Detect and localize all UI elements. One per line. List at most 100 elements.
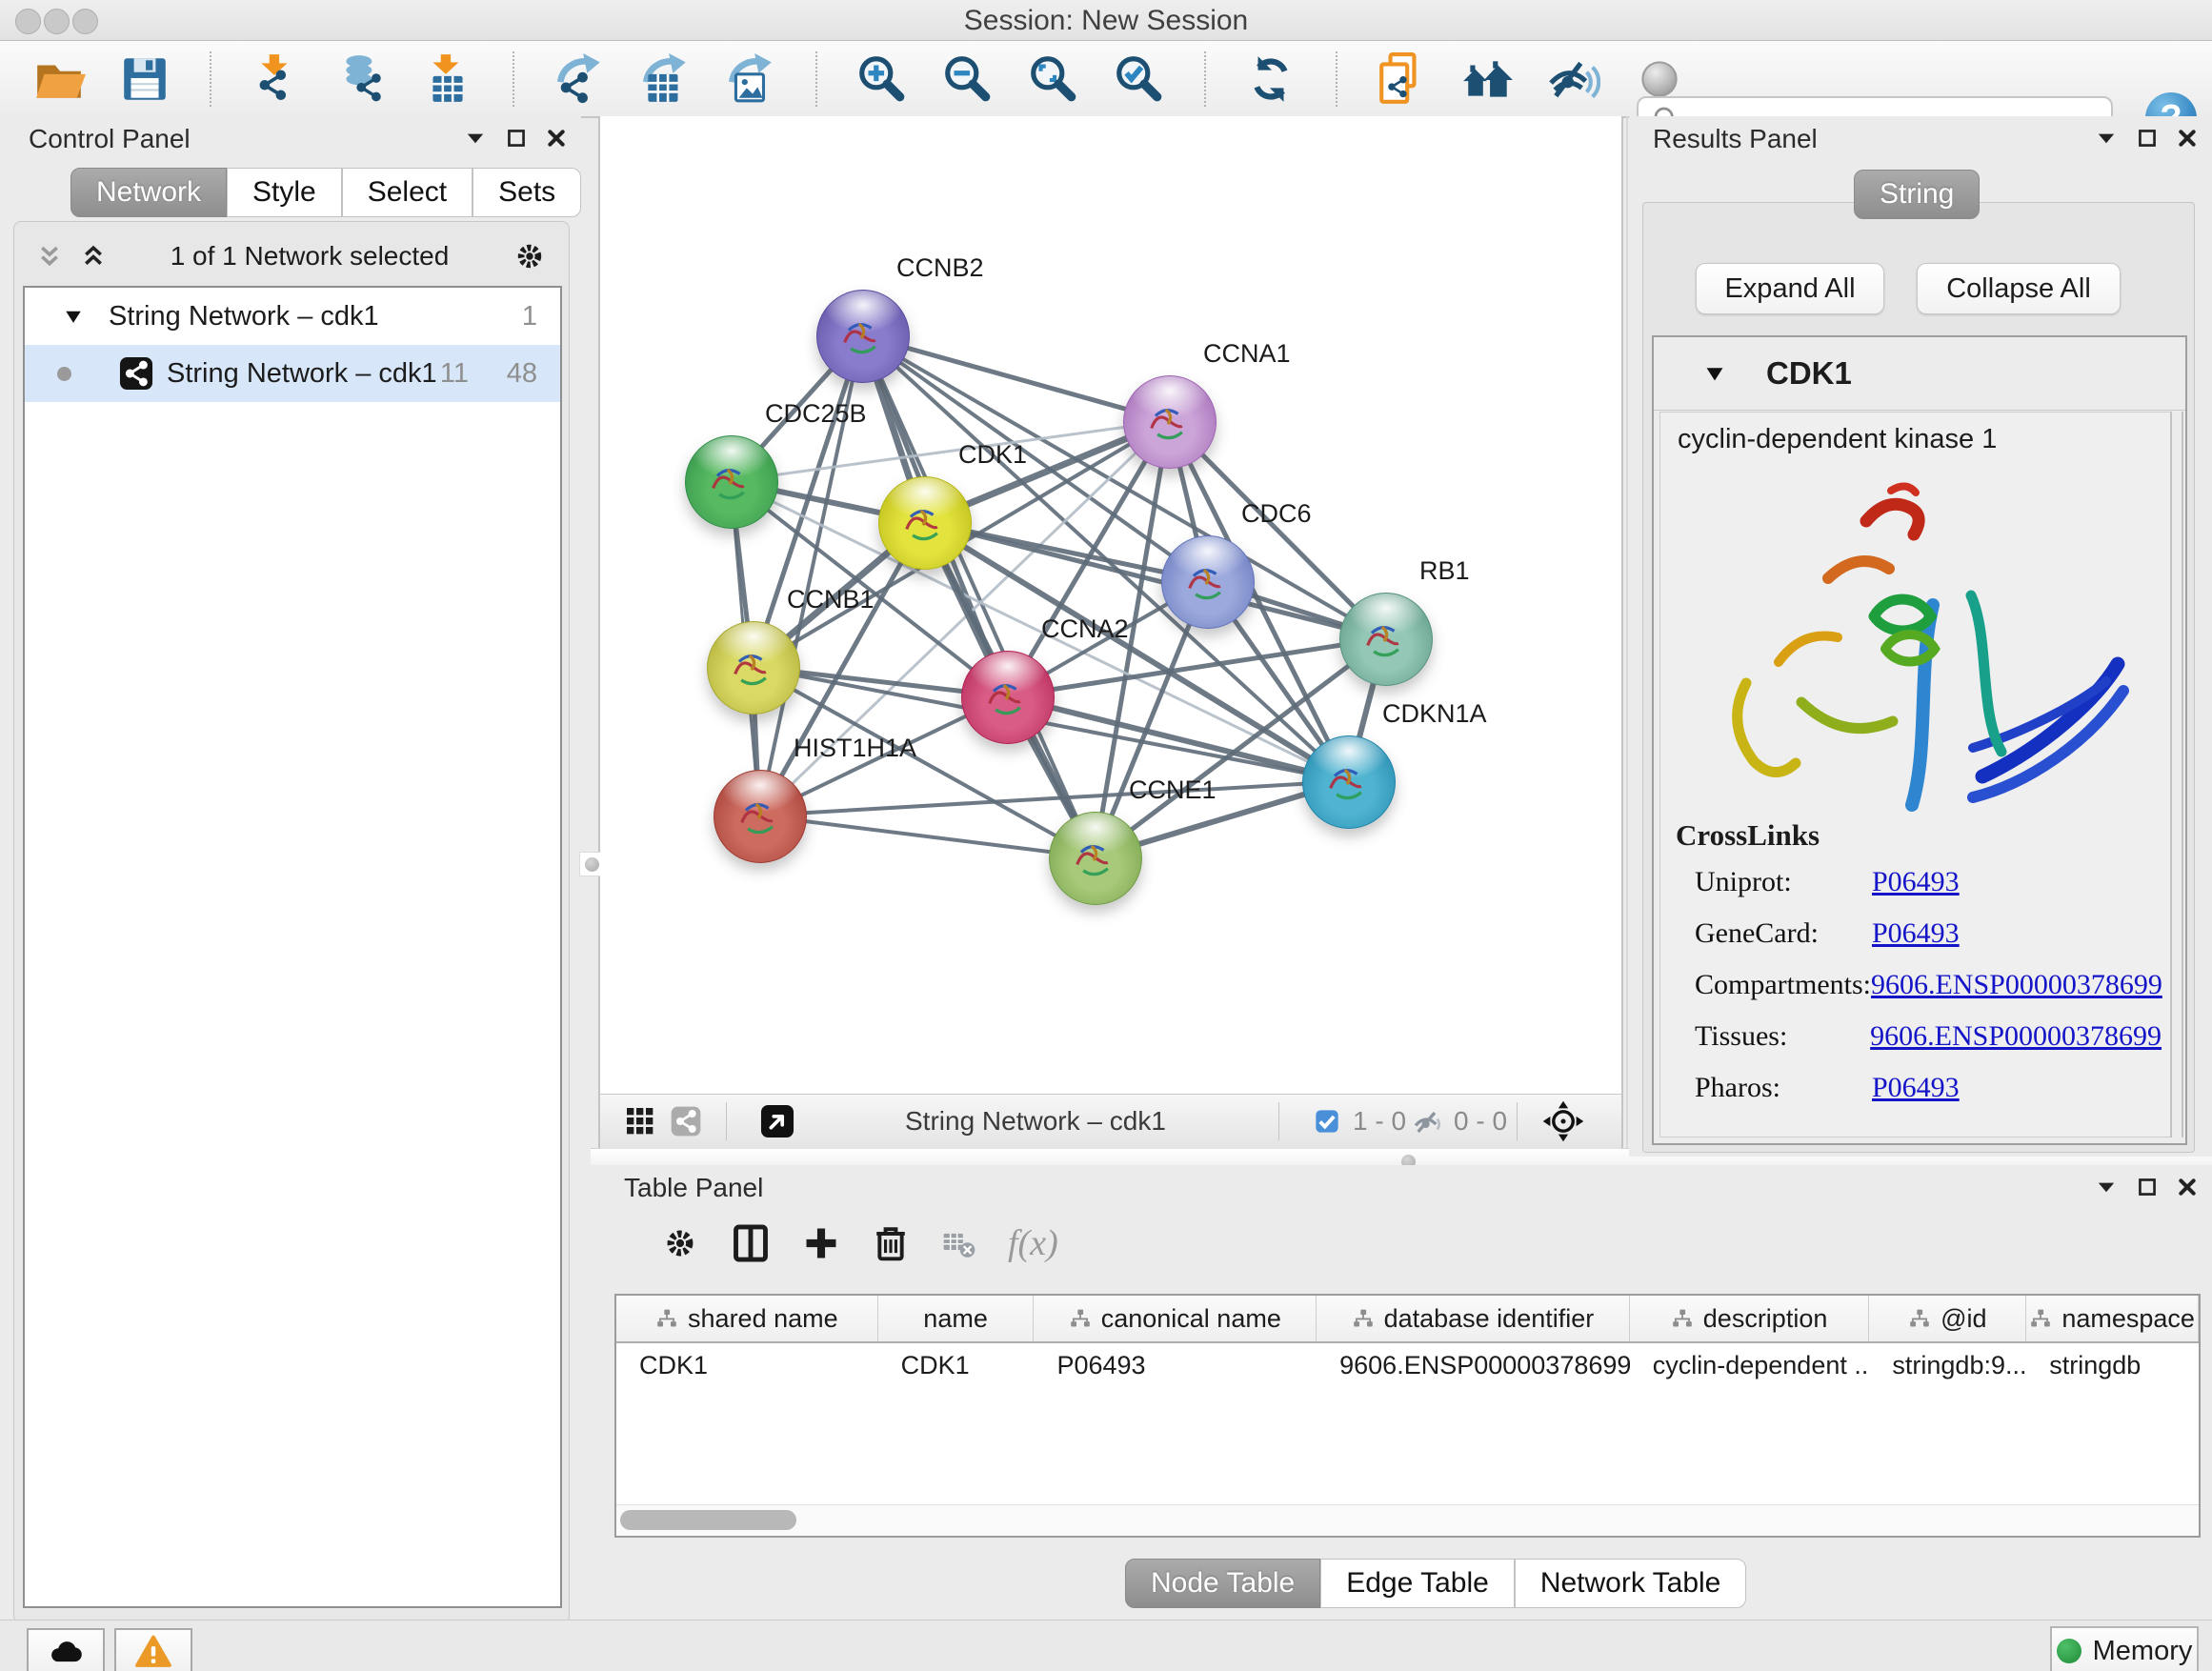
panel-float-icon[interactable] — [505, 127, 528, 150]
open-session-icon[interactable] — [1376, 52, 1429, 106]
table-cell[interactable]: CDK1 — [878, 1351, 1035, 1380]
column-header-name[interactable]: name — [878, 1296, 1035, 1341]
import-network-from-database-icon[interactable] — [335, 52, 389, 106]
node-rb1[interactable] — [1339, 593, 1433, 686]
home-icon[interactable] — [1461, 52, 1515, 106]
tab-node-table[interactable]: Node Table — [1125, 1559, 1320, 1608]
export-image-icon[interactable] — [724, 52, 777, 106]
node-cdk1[interactable] — [878, 476, 972, 570]
table-row[interactable]: CDK1CDK1P064939606.ENSP00000378699cyclin… — [616, 1343, 2199, 1387]
crosshair-icon[interactable] — [1541, 1099, 1585, 1143]
node-cdc25b[interactable] — [685, 435, 778, 529]
panel-menu-icon[interactable] — [2094, 1175, 2119, 1199]
warning-button[interactable] — [114, 1628, 192, 1671]
detach-view-icon[interactable] — [758, 1102, 796, 1140]
gear-icon[interactable] — [511, 237, 549, 275]
save-session-icon[interactable] — [118, 52, 171, 106]
network-canvas[interactable]: CCNB2CCNA1CDC25BCDK1CDC6RB1CCNB1CCNA2CDK… — [600, 116, 1621, 1094]
tab-string[interactable]: String — [1854, 170, 1980, 219]
scrollbar-thumb[interactable] — [620, 1510, 796, 1530]
node-label-cdk1: CDK1 — [958, 440, 1027, 470]
node-ccne1[interactable] — [1049, 812, 1142, 905]
selected-checkbox-icon[interactable] — [1313, 1107, 1341, 1136]
zoom-out-icon[interactable] — [941, 52, 995, 106]
cdk1-section-header[interactable]: CDK1 — [1654, 337, 2185, 411]
tab-select[interactable]: Select — [342, 168, 473, 217]
panel-menu-icon[interactable] — [2094, 126, 2119, 151]
expand-all-icon[interactable] — [78, 241, 109, 272]
column-header-canonical-name[interactable]: canonical name — [1034, 1296, 1317, 1341]
table-gear-icon[interactable] — [659, 1222, 701, 1264]
panel-menu-icon[interactable] — [463, 126, 488, 151]
table-cell[interactable]: CDK1 — [616, 1351, 878, 1380]
export-network-icon[interactable] — [553, 52, 606, 106]
right-splitter[interactable] — [1621, 116, 1623, 1148]
column-header-description[interactable]: description — [1630, 1296, 1870, 1341]
zoom-fit-icon[interactable] — [1027, 52, 1080, 106]
delete-column-icon[interactable] — [871, 1223, 911, 1263]
node-ccnb1[interactable] — [707, 621, 800, 715]
hidden-eye-icon[interactable] — [1412, 1105, 1446, 1139]
tab-network-table[interactable]: Network Table — [1515, 1559, 1747, 1608]
memory-button[interactable]: Memory — [2050, 1626, 2199, 1671]
network-collection-row[interactable]: String Network – cdk1 1 — [25, 288, 560, 345]
protein-ribbon-thumbnail — [979, 669, 1036, 726]
panel-close-icon[interactable] — [2176, 127, 2199, 150]
delete-table-icon[interactable] — [939, 1223, 979, 1263]
node-ccna1[interactable] — [1123, 375, 1217, 469]
network-row-selected[interactable]: String Network – cdk1 11 48 — [25, 345, 560, 402]
crosslink-link[interactable]: P06493 — [1872, 917, 1960, 950]
panel-float-icon[interactable] — [2136, 127, 2159, 150]
node-ccna2[interactable] — [961, 651, 1055, 744]
crosslink-link[interactable]: P06493 — [1872, 1072, 1960, 1104]
open-file-icon[interactable] — [32, 52, 86, 106]
import-table-from-file-icon[interactable] — [421, 52, 474, 106]
refresh-icon[interactable] — [1244, 52, 1297, 106]
column-header-namespace[interactable]: namespace — [2026, 1296, 2199, 1341]
panel-float-icon[interactable] — [2136, 1176, 2159, 1198]
zoom-in-icon[interactable] — [855, 52, 909, 106]
protein-ribbon-thumbnail — [732, 788, 789, 845]
share-network-icon[interactable] — [669, 1104, 703, 1138]
tab-style[interactable]: Style — [227, 168, 342, 217]
table-horizontal-scrollbar[interactable] — [616, 1504, 2199, 1536]
network-tree: String Network – cdk1 1 String Network –… — [23, 286, 562, 1608]
import-network-from-file-icon[interactable] — [250, 52, 303, 106]
export-table-icon[interactable] — [638, 52, 692, 106]
column-header-shared-name[interactable]: shared name — [616, 1296, 878, 1341]
node-hist1h1a[interactable] — [714, 770, 807, 863]
column-header-id[interactable]: @id — [1869, 1296, 2026, 1341]
tab-edge-table[interactable]: Edge Table — [1320, 1559, 1515, 1608]
zoom-selected-icon[interactable] — [1113, 52, 1166, 106]
expand-all-button[interactable]: Expand All — [1696, 263, 1884, 314]
crosslink-link[interactable]: 9606.ENSP00000378699 — [1870, 1020, 2162, 1053]
hide-unhide-icon[interactable] — [1547, 52, 1600, 106]
results-scrollbar[interactable] — [2170, 412, 2183, 1137]
table-cell[interactable]: stringdb:9... — [1869, 1351, 2026, 1380]
node-cdc6[interactable] — [1161, 535, 1255, 629]
function-builder-icon[interactable]: f(x) — [1008, 1222, 1058, 1264]
node-table: shared namenamecanonical namedatabase id… — [614, 1294, 2201, 1538]
panel-close-icon[interactable] — [545, 127, 568, 150]
tab-network[interactable]: Network — [70, 168, 227, 217]
table-cell[interactable]: cyclin-dependent ... — [1630, 1351, 1870, 1380]
crosslink-link[interactable]: P06493 — [1872, 866, 1960, 898]
table-cell[interactable]: P06493 — [1034, 1351, 1317, 1380]
tab-sets[interactable]: Sets — [473, 168, 581, 217]
select-columns-icon[interactable] — [730, 1222, 772, 1264]
cloud-button[interactable] — [27, 1628, 105, 1671]
collapse-all-button[interactable]: Collapse All — [1917, 263, 2121, 314]
column-header-database-identifier[interactable]: database identifier — [1317, 1296, 1630, 1341]
section-collapse-icon[interactable] — [1703, 362, 1726, 385]
panel-close-icon[interactable] — [2176, 1176, 2199, 1198]
table-cell[interactable]: 9606.ENSP00000378699 — [1317, 1351, 1630, 1380]
crosslink-link[interactable]: 9606.ENSP00000378699 — [1871, 969, 2162, 1001]
node-cdkn1a[interactable] — [1302, 735, 1396, 829]
node-ccnb2[interactable] — [816, 290, 910, 383]
tree-collapse-icon[interactable] — [63, 306, 84, 327]
add-column-icon[interactable] — [800, 1222, 842, 1264]
collapse-all-icon[interactable] — [34, 241, 65, 272]
birds-eye-grid-icon[interactable] — [623, 1104, 657, 1138]
table-panel: Table Panel f(x) shared namenamecanonica… — [591, 1165, 2212, 1620]
table-cell[interactable]: stringdb — [2026, 1351, 2199, 1380]
